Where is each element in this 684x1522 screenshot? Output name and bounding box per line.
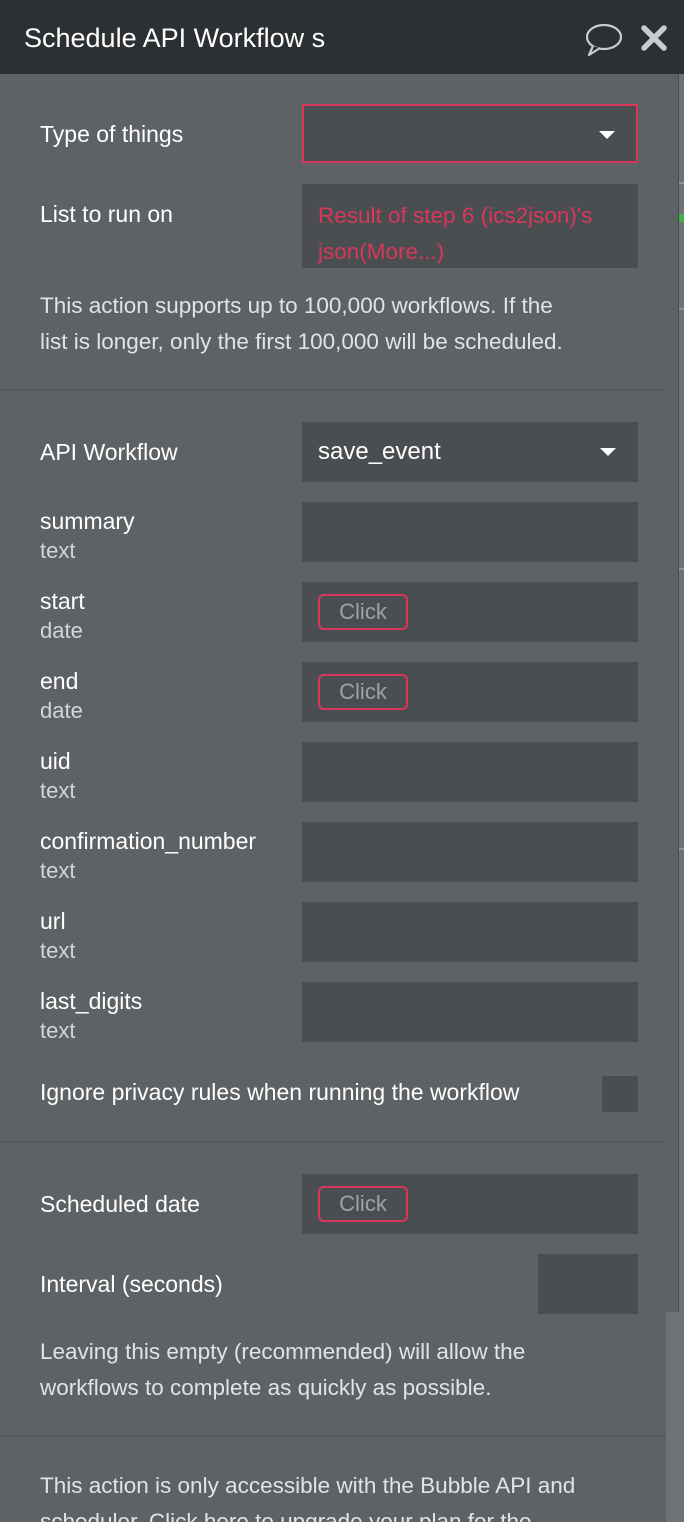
scheduled-date-click-button[interactable]: Click — [318, 1186, 408, 1222]
param-type: text — [40, 778, 76, 803]
list-to-run-on-label: List to run on — [40, 201, 173, 227]
close-icon[interactable] — [640, 24, 668, 52]
speech-bubble-icon[interactable] — [584, 22, 624, 58]
edge-marker — [679, 308, 684, 310]
param-type: date — [40, 698, 83, 723]
interval-input[interactable] — [538, 1254, 638, 1314]
limit-note-line: This action supports up to 100,000 workf… — [40, 293, 553, 318]
start-click-button[interactable]: Click — [318, 594, 408, 630]
param-name: last_digits — [40, 988, 143, 1014]
param-name: confirmation_number — [40, 828, 257, 854]
section-divider — [0, 1435, 666, 1437]
param-uid-input[interactable] — [302, 742, 638, 802]
caret-down-icon — [599, 131, 615, 139]
end-click-button[interactable]: Click — [318, 674, 408, 710]
param-name: start — [40, 588, 85, 614]
param-name: summary — [40, 508, 135, 534]
upgrade-note-line: This action is only accessible with the … — [40, 1473, 576, 1498]
upgrade-note[interactable]: This action is only accessible with the … — [40, 1468, 640, 1522]
param-name: end — [40, 668, 79, 694]
param-type: text — [40, 858, 76, 883]
list-value-line: Result of step 6 (ics2json)'s — [318, 203, 593, 228]
param-end-field: Click — [302, 662, 638, 722]
scheduled-date-label: Scheduled date — [40, 1191, 200, 1217]
section-divider — [0, 389, 666, 391]
param-last-digits-input[interactable] — [302, 982, 638, 1042]
interval-note: Leaving this empty (recommended) will al… — [40, 1334, 640, 1406]
edge-marker — [679, 848, 684, 850]
type-of-things-dropdown[interactable] — [302, 104, 638, 163]
list-to-run-on-value[interactable]: Result of step 6 (ics2json)'s json(More.… — [318, 198, 628, 270]
schedule-api-workflow-panel: Schedule API Workflow s Type of things L… — [0, 0, 684, 1522]
ignore-privacy-checkbox[interactable] — [602, 1076, 638, 1112]
list-to-run-on-field[interactable]: Result of step 6 (ics2json)'s json(More.… — [302, 184, 638, 268]
edge-green-marker — [679, 214, 684, 222]
param-url-input[interactable] — [302, 902, 638, 962]
api-workflow-label: API Workflow — [40, 439, 178, 465]
panel-header: Schedule API Workflow s — [0, 0, 684, 74]
limit-note-line: list is longer, only the first 100,000 w… — [40, 329, 563, 354]
scheduled-date-field: Click — [302, 1174, 638, 1234]
param-summary-input[interactable] — [302, 502, 638, 562]
param-type: text — [40, 1018, 76, 1043]
ignore-privacy-label: Ignore privacy rules when running the wo… — [40, 1079, 520, 1105]
param-start-field: Click — [302, 582, 638, 642]
interval-note-line: Leaving this empty (recommended) will al… — [40, 1339, 526, 1364]
interval-note-line: workflows to complete as quickly as poss… — [40, 1375, 492, 1400]
param-confirmation-number-input[interactable] — [302, 822, 638, 882]
section-divider — [0, 1141, 666, 1143]
interval-label: Interval (seconds) — [40, 1271, 223, 1297]
param-type: date — [40, 618, 83, 643]
param-name: url — [40, 908, 66, 934]
param-type: text — [40, 538, 76, 563]
param-name: uid — [40, 748, 71, 774]
scrollbar-thumb[interactable] — [666, 74, 679, 1312]
edge-marker — [679, 182, 684, 184]
panel-title: Schedule API Workflow s — [24, 23, 326, 53]
api-workflow-dropdown[interactable]: save_event — [302, 422, 638, 482]
upgrade-note-line: scheduler. Click here to upgrade your pl… — [40, 1509, 532, 1522]
param-type: text — [40, 938, 76, 963]
caret-down-icon — [600, 448, 616, 456]
type-of-things-label: Type of things — [40, 121, 184, 147]
list-value-line: json(More...) — [318, 239, 445, 264]
api-workflow-value: save_event — [318, 438, 441, 465]
limit-note: This action supports up to 100,000 workf… — [40, 288, 640, 360]
edge-marker — [679, 568, 684, 570]
